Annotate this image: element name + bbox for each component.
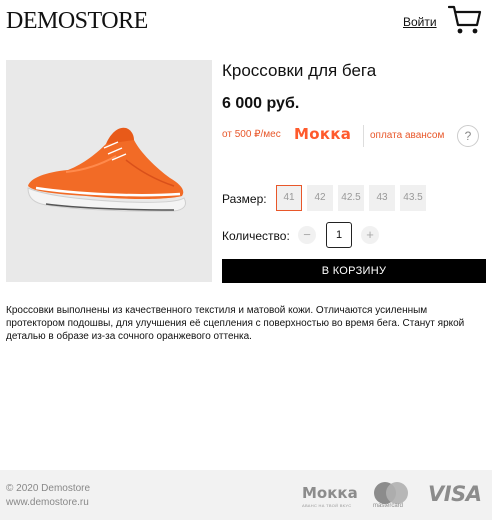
quantity-decrease-button[interactable]: − [298,226,316,244]
product-price: 6 000 руб. [222,95,300,112]
sneaker-image [27,127,187,212]
credit-divider [363,125,364,147]
mokka-footer-logo: Мокка [302,484,358,502]
header: DEMOSTORE Войти [0,0,492,44]
copyright: © 2020 Demostore [6,483,91,494]
help-icon[interactable]: ? [457,125,479,147]
credit-monthly: от 500 ₽/мес [222,129,281,140]
advance-payment-link[interactable]: оплата авансом [370,130,444,141]
product-description: Кроссовки выполнены из качественного тек… [6,305,465,342]
mastercard-icon [374,482,408,504]
size-option[interactable]: 43.5 [400,185,426,211]
size-option[interactable]: 41 [276,185,302,211]
product-title: Кроссовки для бега [222,61,377,80]
quantity-increase-button[interactable]: + [361,226,379,244]
quantity-label: Количество: [222,229,290,243]
visa-logo: VISA [428,482,482,506]
size-option[interactable]: 42.5 [338,185,364,211]
login-link[interactable]: Войти [403,15,437,29]
mastercard-label: mastercard [373,503,404,509]
size-option[interactable]: 43 [369,185,395,211]
size-option[interactable]: 42 [307,185,333,211]
mokka-logo[interactable]: Мокка [294,125,351,143]
store-logo[interactable]: DEMOSTORE [6,8,148,35]
add-to-cart-button[interactable]: В КОРЗИНУ [222,259,486,283]
cart-icon[interactable] [448,5,482,35]
footer: © 2020 Demostore www.demostore.ru Мокка … [0,470,492,520]
quantity-input[interactable]: 1 [326,222,352,248]
size-label: Размер: [222,192,267,206]
site-url: www.demostore.ru [6,497,89,508]
mokka-tagline: АВАНС НА ТВОЙ ВКУС [302,503,352,508]
product-image [6,60,212,282]
